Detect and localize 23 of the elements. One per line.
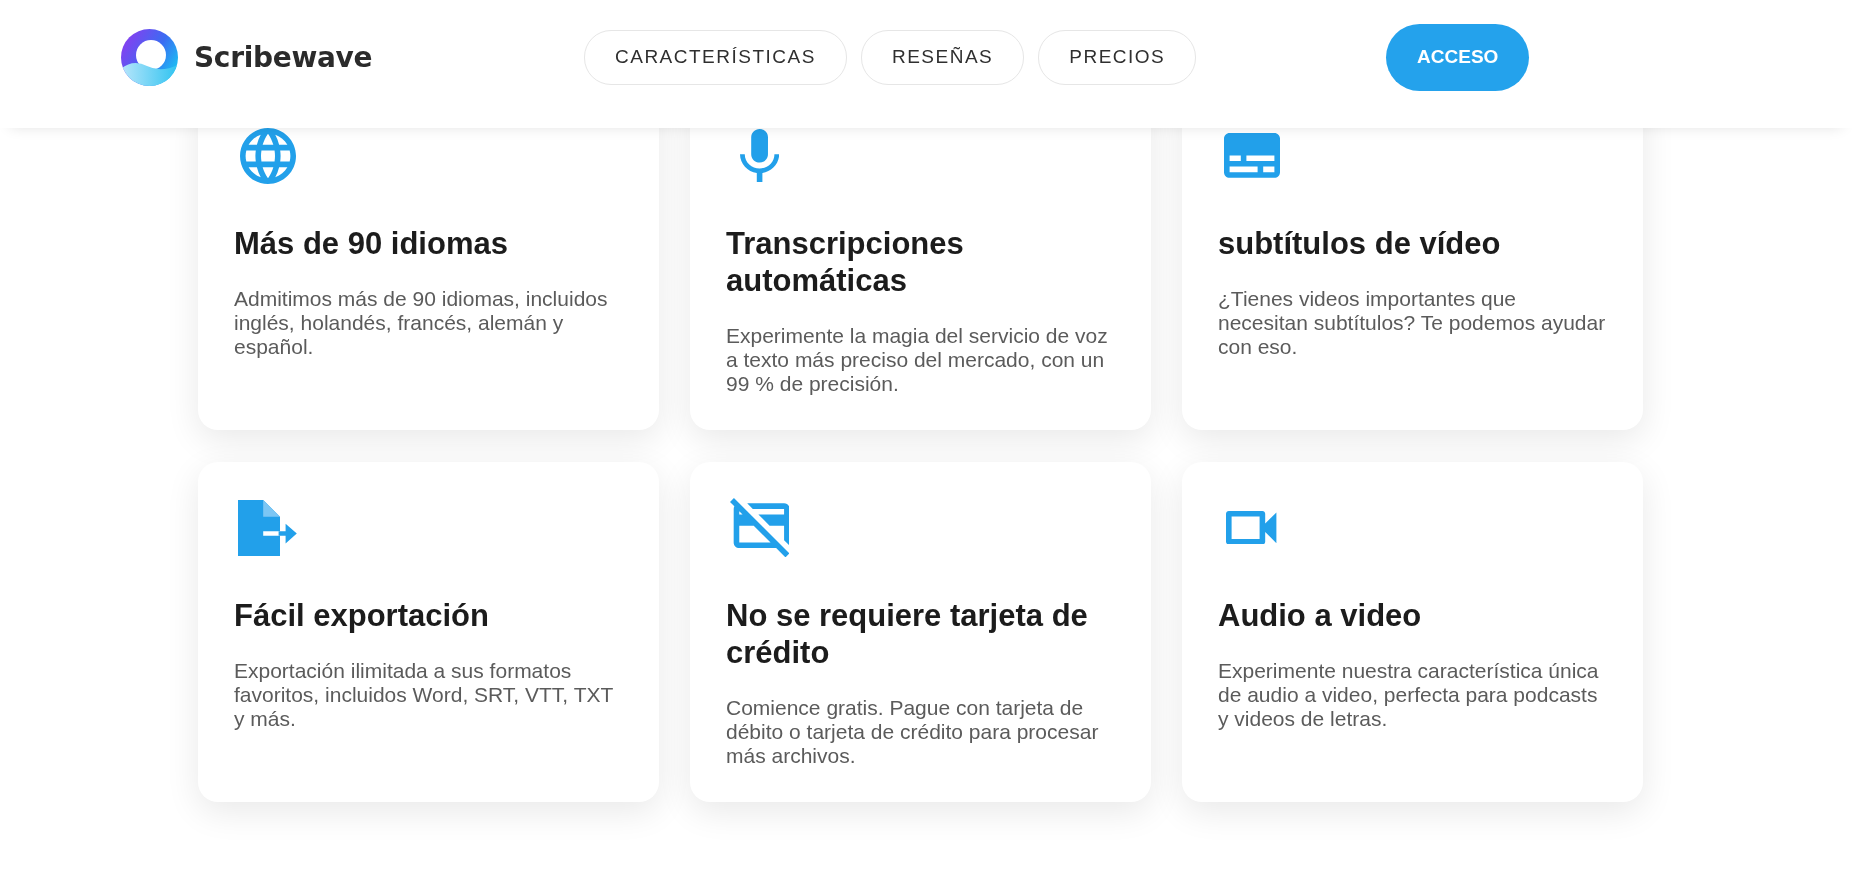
feature-title: subtítulos de vídeo — [1218, 225, 1502, 262]
document-arrow-icon — [238, 499, 297, 556]
brand-name: Scribewave — [194, 40, 373, 74]
feature-description: Experimente nuestra característica única de audio a video, perfecta para podcasts y videos de letras. — [1218, 659, 1600, 731]
globe-icon — [239, 127, 296, 184]
logo-icon — [121, 28, 178, 86]
feature-title: Transcripciones automáticas — [726, 225, 965, 299]
video-camera-icon — [1226, 510, 1277, 545]
nav-link[interactable]: PRECIOS — [1038, 29, 1197, 85]
subtitles-icon — [1223, 133, 1280, 178]
feature-description: ¿Tienes videos importantes que necesitan subtítulos? Te podemos ayudar con eso. — [1218, 287, 1606, 359]
feature-description: Admitimos más de 90 idiomas, incluidos inglés, holandés, francés, alemán y español. — [234, 287, 609, 359]
feature-title: Más de 90 idiomas — [234, 225, 509, 262]
feature-title: Audio a video — [1218, 597, 1423, 634]
feature-description: Experimente la magia del servicio de voz a texto más preciso del mercado, con un 99 % de precisión. — [726, 324, 1109, 396]
feature-description: Comience gratis. Pague con tarjeta de débito o tarjeta de crédito para procesar más archivos. — [726, 696, 1100, 768]
nav-link[interactable]: RESEÑAS — [860, 29, 1025, 85]
feature-title: No se requiere tarjeta de crédito — [726, 597, 1089, 671]
microphone-icon — [739, 128, 780, 183]
feature-description: Exportación ilimitada a sus formatos favoritos, incluidos Word, SRT, VTT, TXT y más. — [234, 659, 614, 731]
crossed-card-icon — [729, 497, 790, 558]
nav-link[interactable]: CARACTERÍSTICAS — [584, 29, 847, 85]
feature-title: Fácil exportación — [234, 597, 490, 634]
